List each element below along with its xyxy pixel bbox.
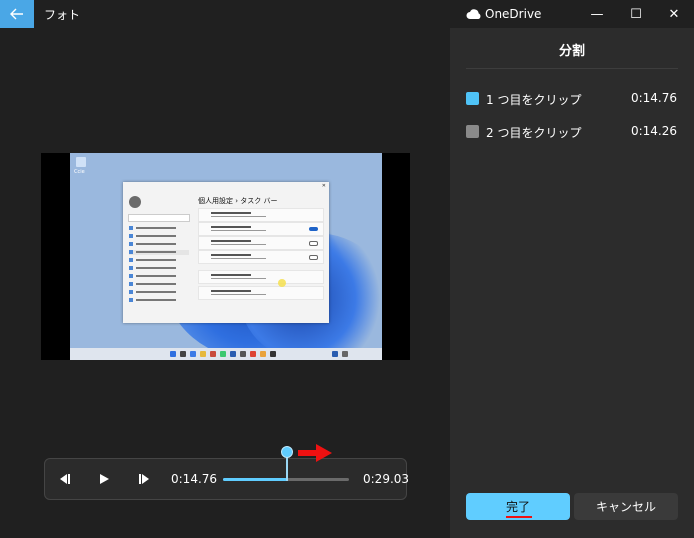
settings-titlebar: ✕ [123,182,329,190]
playback-controls: 0:14.76 0:29.03 [44,458,410,500]
taskbar-icon [230,351,236,357]
desktop-icon-label: Ccie [74,169,85,175]
onedrive-cloud-icon [466,9,481,19]
onedrive-label: OneDrive [485,7,542,21]
divider [466,68,678,69]
clip-row-2[interactable]: 2 つ目をクリップ 0:14.26 [466,122,678,144]
clip-duration: 0:14.76 [630,91,677,105]
settings-window-preview: ✕ 個人用設定 › タスク バー [123,182,329,323]
taskbar-icon [180,351,186,357]
annotation-underline [506,516,532,518]
desktop-screenshot: Ccie ✕ 個人用設定 › タスク バー [70,153,382,360]
annotation-arrow-icon [298,444,332,462]
clip-row-1[interactable]: 1 つ目をクリップ 0:14.76 [466,89,678,111]
taskbar-icon [220,351,226,357]
settings-nav-item [129,258,189,263]
cursor-highlight [278,279,286,287]
taskbar-icon [210,351,216,357]
split-marker-handle[interactable] [281,446,293,458]
settings-search [128,214,190,222]
avatar [129,196,141,208]
tray-icon [342,351,348,357]
settings-close-icon: ✕ [321,183,326,189]
clip-duration: 0:14.26 [630,124,677,138]
window-titlebar: OneDrive — ☐ ✕ [450,0,694,28]
next-frame-icon [139,474,149,484]
panel-title: 分割 [558,44,585,59]
taskbar-icon [190,351,196,357]
seek-progress [223,478,287,481]
current-time: 0:14.76 [171,472,218,486]
settings-card [198,250,324,264]
play-icon [100,474,109,484]
app-title: フォト [44,8,81,22]
settings-nav-item [129,266,189,271]
editor-pane: フォト Ccie ✕ 個人用設定 › タスク バー 0:14.76 0:29.0… [0,0,450,538]
total-time: 0:29.03 [363,472,410,486]
start-icon [170,351,176,357]
settings-card [198,270,324,284]
settings-nav-item [129,234,189,239]
settings-card [198,236,324,250]
settings-nav-item [129,226,189,231]
recycle-bin-icon [76,157,86,167]
clip-name: 2 つ目をクリップ [486,126,582,140]
taskbar-preview [70,348,382,360]
clip-name: 1 つ目をクリップ [486,93,582,107]
app-titlebar: フォト [0,0,450,28]
split-panel: OneDrive — ☐ ✕ 分割 1 つ目をクリップ 0:14.76 2 つ目… [450,0,694,538]
maximize-button[interactable]: ☐ [625,5,647,23]
settings-nav-item [129,274,189,279]
taskbar-icon [260,351,266,357]
back-arrow-icon [10,8,23,20]
settings-nav-item [129,298,189,303]
taskbar-icon [250,351,256,357]
settings-nav-item [129,250,189,255]
settings-nav-item [129,290,189,295]
cancel-button[interactable]: キャンセル [574,493,678,520]
previous-frame-icon [60,474,70,484]
taskbar-icon [270,351,276,357]
settings-card [198,222,324,236]
video-preview: Ccie ✕ 個人用設定 › タスク バー [41,153,410,360]
close-button[interactable]: ✕ [663,5,685,23]
next-frame-button[interactable] [134,469,154,489]
settings-nav-item [129,282,189,287]
back-button[interactable] [0,0,34,28]
settings-card [198,286,324,300]
play-button[interactable] [94,469,114,489]
settings-page-title: 個人用設定 › タスク バー [198,197,278,205]
settings-card [198,208,324,222]
taskbar-icon [240,351,246,357]
minimize-button[interactable]: — [586,5,608,23]
clip-color-swatch [466,92,479,105]
tray-icon [332,351,338,357]
settings-nav-item [129,242,189,247]
clip-color-swatch [466,125,479,138]
taskbar-icon [200,351,206,357]
previous-frame-button[interactable] [55,469,75,489]
